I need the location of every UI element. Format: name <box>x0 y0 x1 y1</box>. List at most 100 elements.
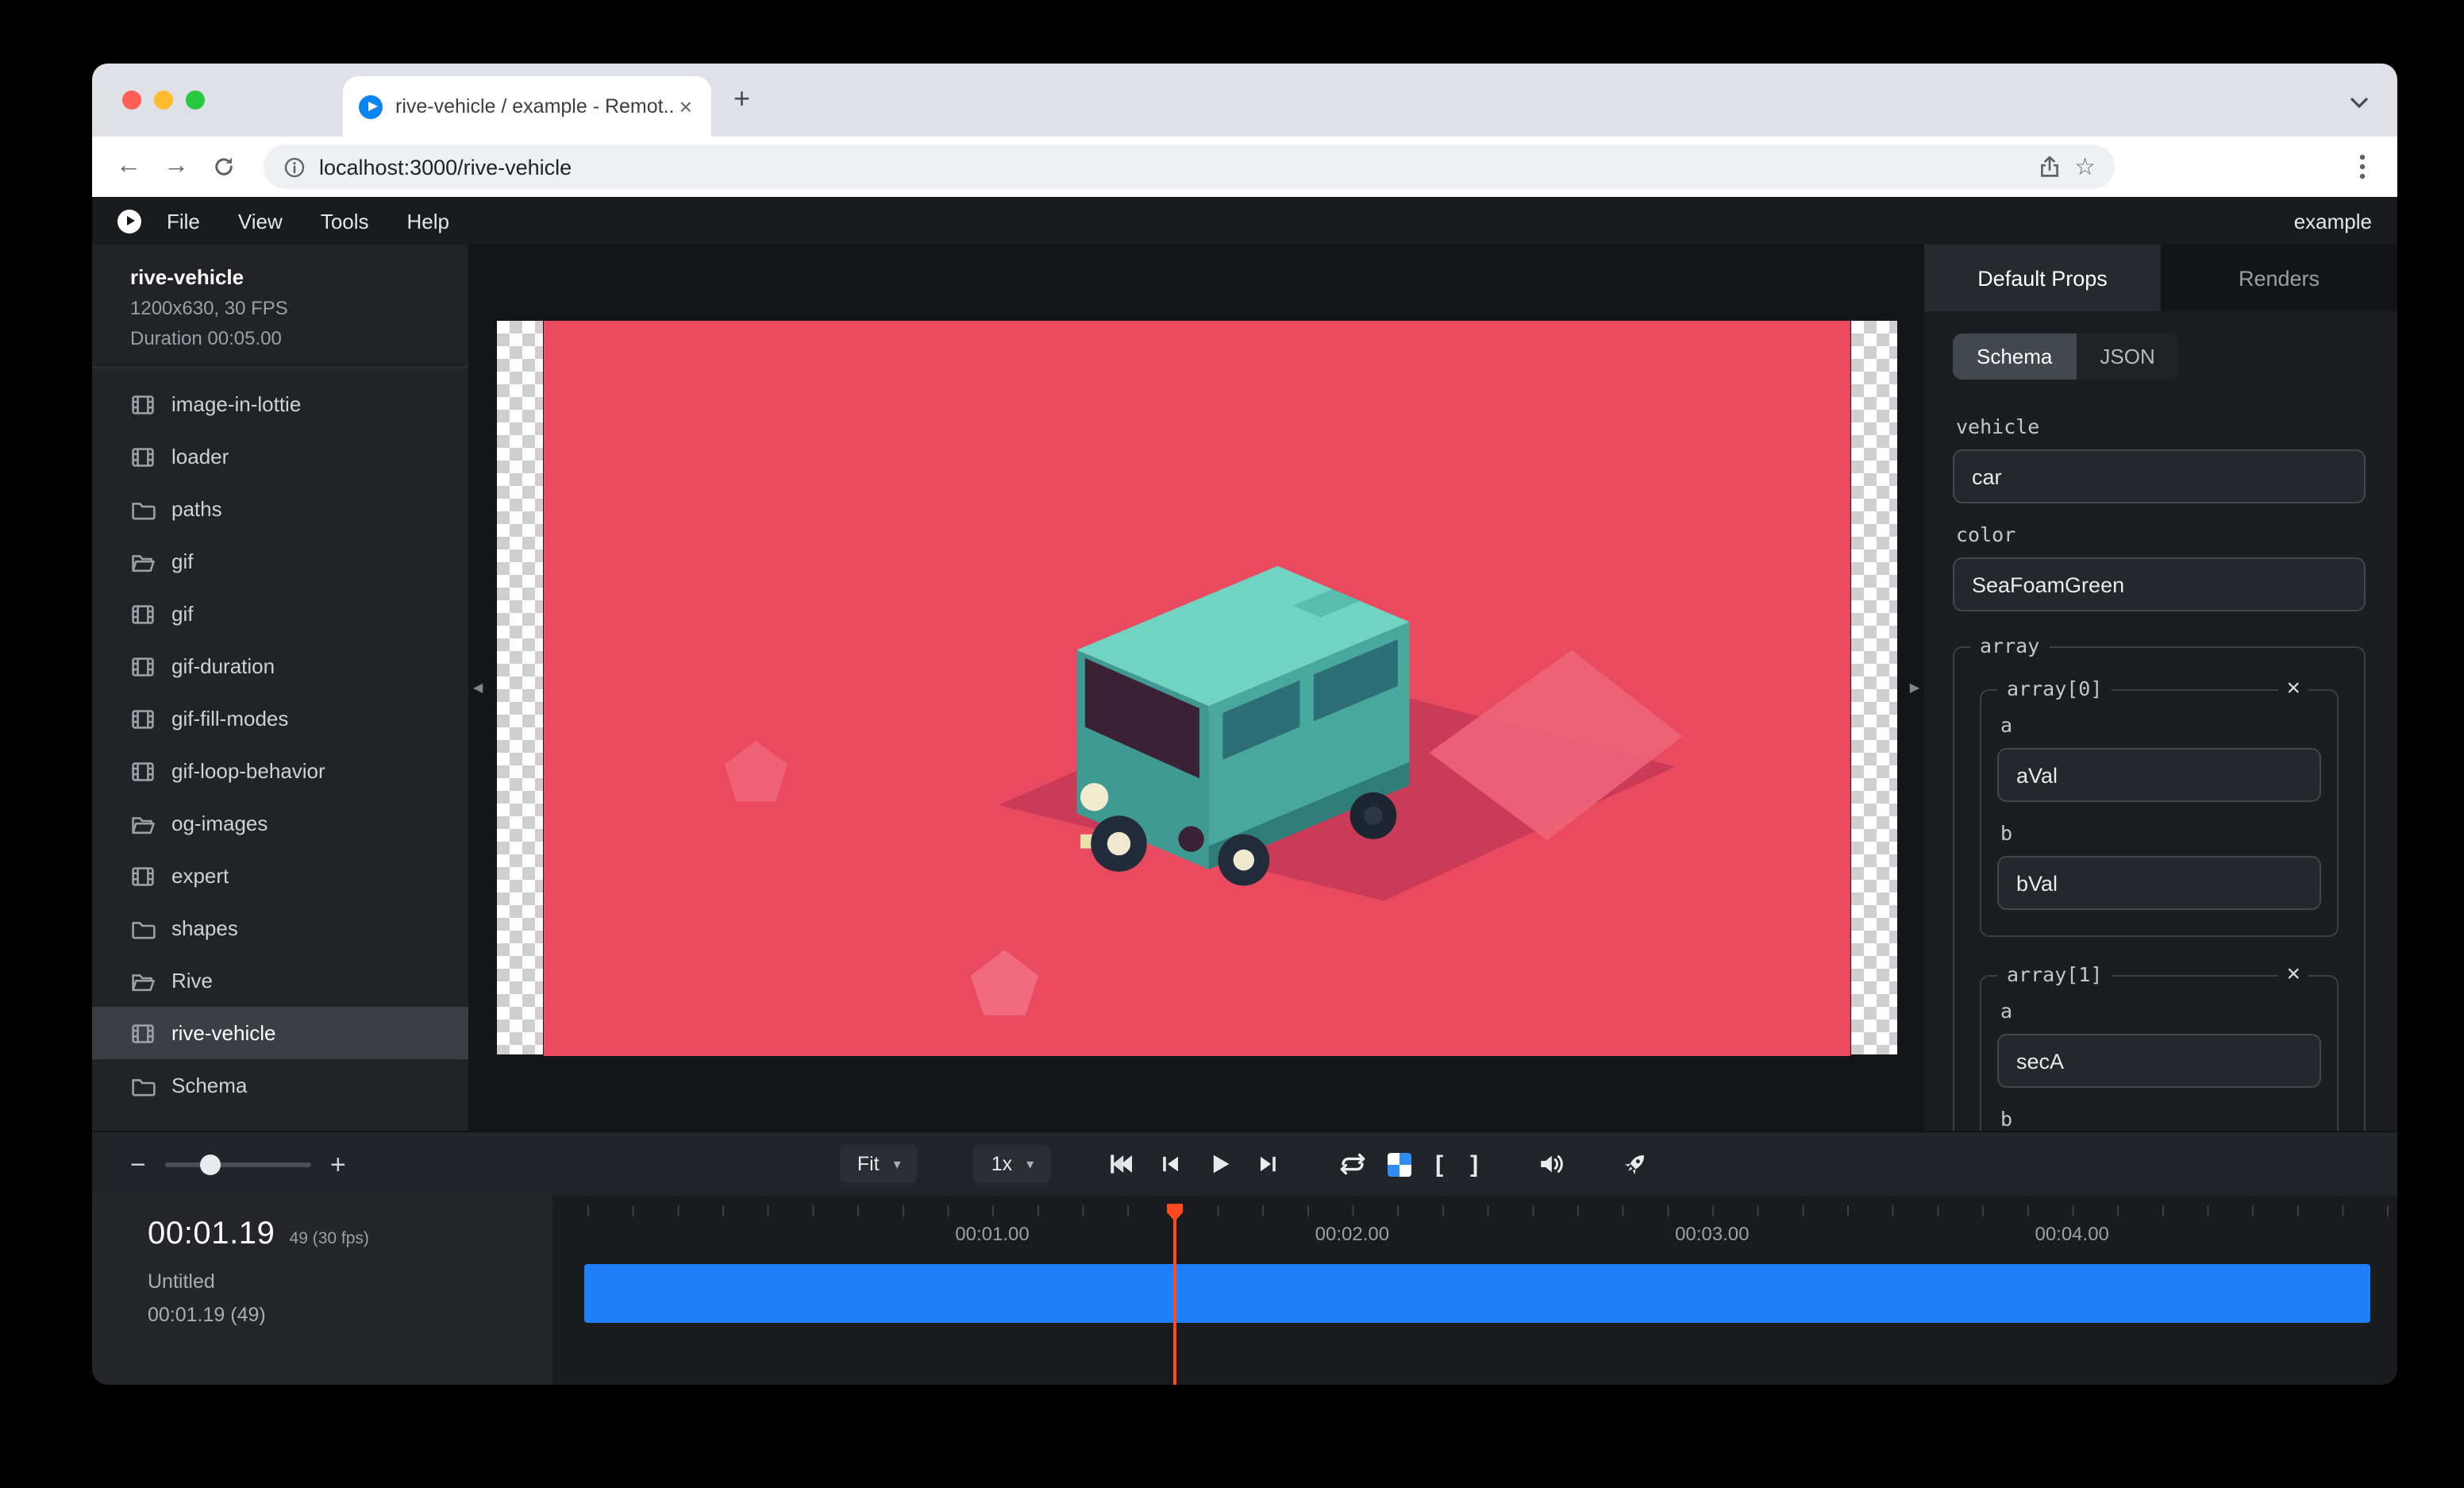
menu-item[interactable]: Tools <box>321 209 369 233</box>
menu-item[interactable]: View <box>238 209 283 233</box>
share-icon[interactable] <box>2036 154 2062 179</box>
tab-favicon-icon <box>359 94 383 118</box>
previous-frame-button[interactable] <box>1156 1150 1184 1178</box>
array-item: array[0] × a b <box>1980 689 2339 937</box>
transport-controls: Fit ▾ 1x ▾ <box>840 1145 1650 1183</box>
fit-dropdown[interactable]: Fit ▾ <box>840 1145 918 1183</box>
zoom-slider-knob[interactable] <box>200 1154 221 1174</box>
tab-close-icon[interactable]: × <box>676 92 695 121</box>
window-controls <box>92 91 205 110</box>
composition-list-item[interactable]: gif-duration <box>92 640 468 692</box>
zoom-out-button[interactable]: − <box>130 1151 146 1178</box>
field-b-label: b <box>2000 1107 2321 1131</box>
zoom-controls: − + <box>130 1151 346 1178</box>
vehicle-input[interactable] <box>1953 449 2366 503</box>
array-item-label: array[0] <box>1997 677 2112 700</box>
composition-list-item[interactable]: gif-loop-behavior <box>92 745 468 797</box>
composition-label: loader <box>171 445 229 468</box>
collapse-sidebar-icon[interactable]: ◀ <box>473 680 483 695</box>
composition-list-item[interactable]: Schema <box>92 1059 468 1112</box>
browser-menu-icon[interactable] <box>2343 154 2381 179</box>
reload-button[interactable] <box>203 146 244 187</box>
main-area: rive-vehicle 1200x630, 30 FPS Duration 0… <box>92 245 2397 1131</box>
project-info: rive-vehicle 1200x630, 30 FPS Duration 0… <box>92 245 468 368</box>
composition-list-item[interactable]: gif-fill-modes <box>92 692 468 745</box>
app-menus: File View Tools Help <box>167 209 449 233</box>
out-point-icon[interactable]: ] <box>1467 1151 1481 1178</box>
composition-label: gif <box>171 602 193 626</box>
close-window-button[interactable] <box>122 91 141 110</box>
composition-icon <box>130 1020 156 1046</box>
field-b-input[interactable] <box>1997 856 2321 910</box>
remove-array-item-icon[interactable]: × <box>2278 675 2308 704</box>
field-a-input[interactable] <box>1997 1034 2321 1088</box>
browser-tab[interactable]: rive-vehicle / example - Remot... × <box>343 76 711 137</box>
speed-dropdown[interactable]: 1x ▾ <box>974 1145 1051 1183</box>
in-point-icon[interactable]: [ <box>1432 1151 1446 1178</box>
quick-switcher-rocket-icon[interactable] <box>1621 1150 1650 1178</box>
ruler-ticks <box>552 1205 2397 1216</box>
folder-open-icon <box>130 811 156 836</box>
site-info-icon[interactable] <box>283 155 306 179</box>
browser-window: rive-vehicle / example - Remot... × + ← … <box>92 64 2397 1385</box>
composition-list-item[interactable]: loader <box>92 430 468 483</box>
composition-label: rive-vehicle <box>171 1021 276 1045</box>
tab-search-chevron-icon[interactable] <box>2350 89 2369 118</box>
composition-icon <box>130 863 156 889</box>
back-button[interactable]: ← <box>108 146 149 187</box>
composition-list-item[interactable]: gif <box>92 588 468 640</box>
composition-label: shapes <box>171 916 238 940</box>
color-label: color <box>1956 522 2366 546</box>
array-item: array[1] × a b <box>1980 975 2339 1131</box>
composition-list-item[interactable]: shapes <box>92 902 468 954</box>
jump-to-start-button[interactable] <box>1107 1150 1135 1178</box>
zoom-slider[interactable] <box>165 1162 311 1166</box>
current-timecode: 00:01.19 <box>148 1216 275 1253</box>
field-a-label: a <box>2000 713 2321 737</box>
forward-button[interactable]: → <box>156 146 197 187</box>
composition-list-item[interactable]: og-images <box>92 797 468 850</box>
mode-tab[interactable]: JSON <box>2076 333 2178 380</box>
timeline-track-bar[interactable] <box>584 1264 2370 1323</box>
props-panel-body: Schema JSON vehicle color array <box>1924 311 2397 1131</box>
next-frame-button[interactable] <box>1254 1150 1283 1178</box>
play-button[interactable] <box>1205 1150 1234 1178</box>
composition-list-item[interactable]: paths <box>92 483 468 535</box>
track-timecode: 00:01.19 (49) <box>148 1304 552 1326</box>
zoom-in-button[interactable]: + <box>330 1151 346 1178</box>
field-a-input[interactable] <box>1997 748 2321 802</box>
volume-icon[interactable] <box>1537 1150 1565 1178</box>
remove-array-item-icon[interactable]: × <box>2278 961 2308 989</box>
desktop: rive-vehicle / example - Remot... × + ← … <box>0 0 2464 1488</box>
composition-list-item[interactable]: image-in-lottie <box>92 378 468 430</box>
panel-tab[interactable]: Renders <box>2161 245 2397 311</box>
project-duration: Duration 00:05.00 <box>130 327 443 349</box>
mode-tab[interactable]: Schema <box>1953 333 2076 380</box>
loop-toggle-icon[interactable] <box>1338 1150 1367 1178</box>
zoom-window-button[interactable] <box>186 91 205 110</box>
folder-open-icon <box>130 549 156 574</box>
composition-list-item[interactable]: Rive <box>92 954 468 1007</box>
composition-label: gif <box>171 549 193 573</box>
menu-item[interactable]: File <box>167 209 200 233</box>
playhead-line <box>1173 1216 1176 1385</box>
new-tab-button[interactable]: + <box>733 84 750 113</box>
folder-open-icon <box>130 968 156 993</box>
composition-list-item[interactable]: gif <box>92 535 468 588</box>
transparency-toggle-icon[interactable] <box>1388 1152 1411 1176</box>
composition-list-item[interactable]: expert <box>92 850 468 902</box>
minimize-window-button[interactable] <box>154 91 173 110</box>
timeline-ruler[interactable]: 00:01.00 00:02.00 00:03.00 00:04.00 <box>552 1196 2397 1385</box>
composition-list-item[interactable]: rive-vehicle <box>92 1007 468 1059</box>
browser-tab-strip: rive-vehicle / example - Remot... × + <box>92 64 2397 137</box>
color-input[interactable] <box>1953 557 2366 611</box>
chevron-down-icon: ▾ <box>894 1155 901 1173</box>
address-bar[interactable]: localhost:3000/rive-vehicle ☆ <box>264 145 2115 189</box>
preview-area: ◀ ▶ <box>468 245 1924 1131</box>
menu-item[interactable]: Help <box>407 209 450 233</box>
fit-dropdown-label: Fit <box>857 1153 880 1175</box>
bookmark-star-icon[interactable]: ☆ <box>2074 152 2096 181</box>
collapse-panel-icon[interactable]: ▶ <box>1910 680 1919 695</box>
panel-tab[interactable]: Default Props <box>1924 245 2161 311</box>
panel-tab-label: Renders <box>2239 266 2320 290</box>
